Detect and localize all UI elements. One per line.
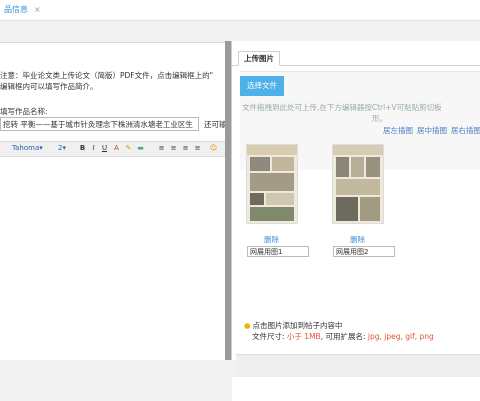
char-count-hint: 还可输 xyxy=(204,120,227,129)
tab-work-info[interactable]: 品信息 xyxy=(0,0,32,20)
underline-button[interactable]: U xyxy=(100,143,109,153)
note-line-2: 编辑框内可以填写作品简介。 xyxy=(0,82,98,91)
insert-right-link[interactable]: 居右插图 xyxy=(451,126,480,135)
dialog-bottom xyxy=(232,377,480,401)
link-icon[interactable]: ▬ xyxy=(136,143,145,153)
image-thumbnail[interactable] xyxy=(246,144,298,224)
insert-center-link[interactable]: 居中插图 xyxy=(417,126,447,135)
highlight-icon[interactable]: ✎ xyxy=(124,143,133,153)
tab-upload-image[interactable]: 上传图片 xyxy=(238,51,280,66)
delete-image-link[interactable]: 删除 xyxy=(350,234,365,245)
drop-hint: 文件拖拽到此处可上传,在下方编辑器按Ctrl+V可粘贴剪切板 xyxy=(242,103,442,112)
work-name-label: 填写作品名称: xyxy=(0,107,48,116)
dialog-tabs: 上传图片 xyxy=(232,51,480,66)
insert-left-link[interactable]: 居左插图 xyxy=(383,126,413,135)
justify-icon[interactable]: ≡ xyxy=(193,143,202,153)
header-gap xyxy=(0,21,480,42)
dialog-footer xyxy=(236,354,480,377)
image-caption-input[interactable]: 网展用图1 xyxy=(247,246,309,257)
upload-note: 注意：毕业论文类上传论文（简版）PDF文件，点击编辑框上的" 编辑框内可以填写作… xyxy=(0,70,230,92)
delete-image-link[interactable]: 删除 xyxy=(264,234,279,245)
file-size-info: 文件尺寸: 小于 1MB, 可用扩展名: jpg, jpeg, gif, png xyxy=(252,332,434,341)
work-name-input[interactable]: 挖转 平衡——基于城市针灸理念下株洲清水塘老工业区生 xyxy=(0,117,199,131)
italic-button[interactable]: I xyxy=(89,143,98,153)
font-size-select[interactable]: 2▾ xyxy=(58,142,72,154)
insert-tip: ● 点击图片添加到帖子内容中 xyxy=(244,321,343,330)
note-line-1: 注意：毕业论文类上传论文（简版）PDF文件，点击编辑框上的" xyxy=(0,71,214,80)
bold-button[interactable]: B xyxy=(78,143,87,153)
emoji-icon[interactable]: ☺ xyxy=(209,143,218,153)
image-thumbnail[interactable] xyxy=(332,144,384,224)
insert-links: 居左插图 居中插图 居右插图 xyxy=(383,125,480,136)
align-left-icon[interactable]: ≡ xyxy=(157,143,166,153)
lightbulb-icon: ● xyxy=(244,321,251,330)
select-file-button[interactable]: 选择文件 xyxy=(240,76,284,96)
align-center-icon[interactable]: ≡ xyxy=(169,143,178,153)
upload-image-dialog: 上传图片 选择文件 文件拖拽到此处可上传,在下方编辑器按Ctrl+V可粘贴剪切板… xyxy=(231,41,480,401)
tab-close-icon[interactable]: × xyxy=(34,0,41,20)
tab-bar: 品信息 × xyxy=(0,0,480,21)
align-right-icon[interactable]: ≡ xyxy=(181,143,190,153)
text-color-button[interactable]: A xyxy=(112,143,121,153)
image-caption-input[interactable]: 网展用图2 xyxy=(333,246,395,257)
drop-hint-tail: 形。 xyxy=(372,114,387,123)
font-family-select[interactable]: Tahoma▾ xyxy=(12,142,48,154)
